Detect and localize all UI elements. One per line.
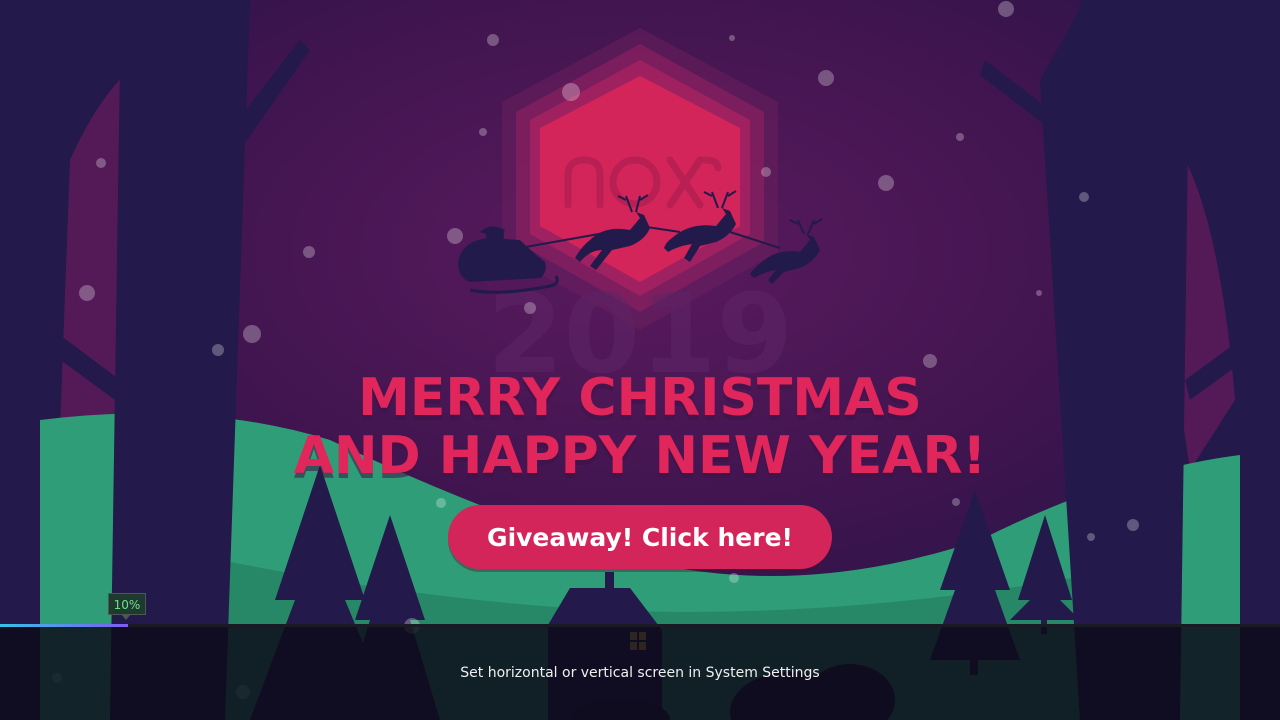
splash-screen: 2019 MERRY CHRISTMAS AND HAPPY NEW YEAR!… xyxy=(0,0,1280,720)
giveaway-button[interactable]: Giveaway! Click here! xyxy=(448,505,832,569)
loading-hint-text: Set horizontal or vertical screen in Sys… xyxy=(460,665,820,681)
christmas-scene: 2019 xyxy=(0,0,1280,720)
loading-progress-bar xyxy=(0,624,1280,627)
progress-percent-badge: 10% xyxy=(108,593,146,620)
headline-merry-christmas: MERRY CHRISTMAS xyxy=(358,368,922,428)
headline-happy-new-year: AND HAPPY NEW YEAR! xyxy=(293,426,987,486)
loading-progress-fill xyxy=(0,624,128,627)
